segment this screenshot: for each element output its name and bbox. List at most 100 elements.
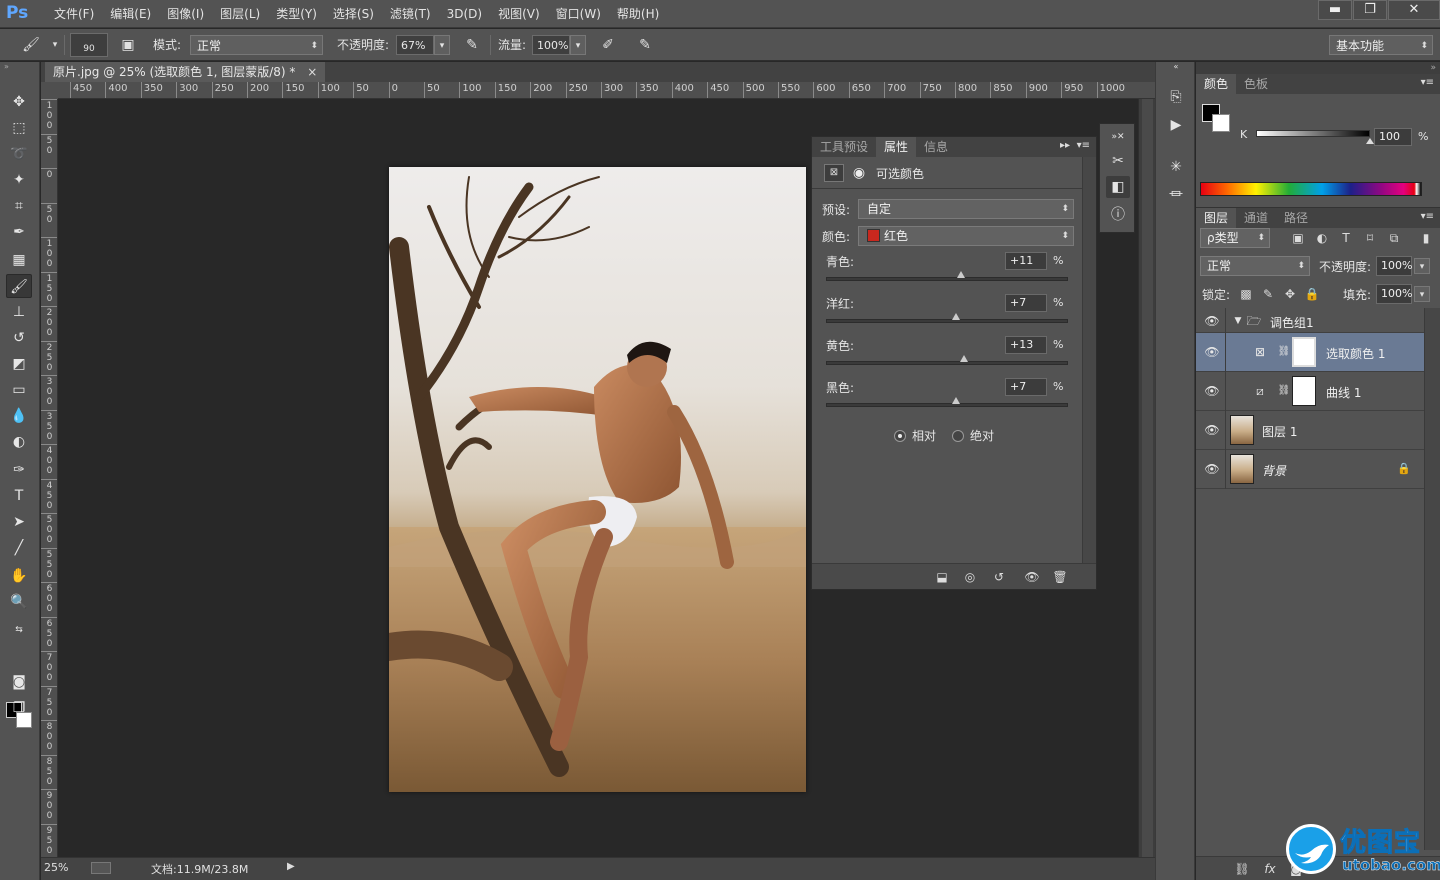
layer-row-curves[interactable]: 👁 ⧄ ⛓ 曲线 1 xyxy=(1196,372,1424,411)
menu-image[interactable]: 图像(I) xyxy=(159,0,212,28)
info-icon[interactable]: ⓘ xyxy=(1106,204,1130,226)
layer-row-group[interactable]: 👁 ▼ 🗁 调色组1 xyxy=(1196,308,1424,333)
menu-help[interactable]: 帮助(H) xyxy=(609,0,667,28)
magic-wand-tool-icon[interactable]: ✦ xyxy=(6,168,32,192)
layer-name[interactable]: 调色组1 xyxy=(1270,314,1314,331)
menu-filter[interactable]: 滤镜(T) xyxy=(382,0,439,28)
layer-style-fx-icon[interactable]: fx xyxy=(1260,860,1280,878)
clone-source-panel-icon[interactable]: ⏛ xyxy=(1164,184,1188,206)
panel-menu-icon[interactable]: ▾≡ xyxy=(1421,77,1434,88)
filter-smart-object-icon[interactable]: ⧉ xyxy=(1386,230,1402,246)
pressure-size-icon[interactable]: ✎ xyxy=(634,34,656,56)
screen-mode-icon[interactable]: ❐ xyxy=(6,696,32,720)
menu-select[interactable]: 选择(S) xyxy=(325,0,382,28)
k-value-field[interactable]: 100 xyxy=(1374,128,1412,146)
menu-view[interactable]: 视图(V) xyxy=(490,0,548,28)
tool-presets-icon[interactable]: ✂ xyxy=(1106,150,1130,172)
scrollbar-thumb[interactable] xyxy=(1142,99,1153,857)
panel-grip-icon[interactable]: » xyxy=(0,62,39,72)
lasso-tool-icon[interactable]: ➰ xyxy=(6,142,32,166)
fill-dropdown-button[interactable]: ▾ xyxy=(1414,286,1430,302)
collapse-panel-icon[interactable]: ▸▸ xyxy=(1060,140,1070,151)
history-brush-tool-icon[interactable]: ↺ xyxy=(6,326,32,350)
menu-type[interactable]: 类型(Y) xyxy=(268,0,325,28)
flow-field[interactable]: 100% xyxy=(532,35,570,55)
fill-field[interactable]: 100% xyxy=(1376,284,1412,304)
tab-properties[interactable]: 属性 xyxy=(876,137,917,157)
visibility-eye-icon[interactable]: 👁 xyxy=(1204,422,1220,438)
move-tool-icon[interactable]: ✥ xyxy=(6,90,32,114)
flow-dropdown-button[interactable]: ▾ xyxy=(570,35,586,55)
panel-menu-icon[interactable]: ▾≡ xyxy=(1421,211,1434,222)
gradient-tool-icon[interactable]: ▭ xyxy=(6,378,32,402)
horizontal-ruler[interactable]: 450 400 350 300 250 200 150 100 50 0 50 100 150 200 25… xyxy=(58,82,1155,99)
quick-mask-icon[interactable]: ◙ xyxy=(6,670,32,694)
mask-link-icon[interactable]: ⛓ xyxy=(1276,383,1292,399)
filter-type-icon[interactable]: T xyxy=(1338,230,1354,246)
magenta-value-field[interactable]: +7 xyxy=(1005,294,1047,312)
properties-icon[interactable]: ◧ xyxy=(1106,176,1130,198)
layer-thumbnail[interactable] xyxy=(1230,454,1254,484)
cyan-value-field[interactable]: +11 xyxy=(1005,252,1047,270)
properties-scrollbar[interactable] xyxy=(1082,157,1096,563)
menu-layer[interactable]: 图层(L) xyxy=(212,0,268,28)
zoom-level[interactable]: 25% xyxy=(44,861,68,874)
menu-3d[interactable]: 3D(D) xyxy=(439,0,490,28)
delete-icon[interactable]: 🗑 xyxy=(1050,568,1070,586)
pressure-opacity-icon[interactable]: ✎ xyxy=(461,34,483,56)
actions-panel-icon[interactable]: ▶ xyxy=(1164,114,1188,136)
color-select[interactable]: 红色 ⬍ xyxy=(858,226,1074,246)
yellow-slider-knob[interactable] xyxy=(959,355,968,362)
filter-adjustment-icon[interactable]: ◐ xyxy=(1314,230,1330,246)
minimize-button[interactable]: ▬ xyxy=(1318,0,1352,20)
swap-colors-icon[interactable]: ⇆ xyxy=(6,618,32,642)
background-color-swatch[interactable] xyxy=(1212,114,1230,132)
menu-window[interactable]: 窗口(W) xyxy=(548,0,609,28)
visibility-eye-icon[interactable]: 👁 xyxy=(1204,313,1220,329)
airbrush-icon[interactable]: ✐ xyxy=(597,34,619,56)
healing-brush-tool-icon[interactable]: ▦ xyxy=(6,248,32,272)
layer-mask-thumbnail[interactable] xyxy=(1292,376,1316,406)
brush-tool-icon[interactable]: 🖌 xyxy=(20,34,42,56)
menu-file[interactable]: 文件(F) xyxy=(46,0,102,28)
filter-shape-icon[interactable]: ⌑ xyxy=(1362,230,1378,246)
layer-name[interactable]: 图层 1 xyxy=(1262,423,1297,440)
tab-layers[interactable]: 图层 xyxy=(1196,208,1237,228)
color-spectrum-bar[interactable] xyxy=(1200,182,1422,196)
opacity-field[interactable]: 67% xyxy=(396,35,434,55)
tab-channels[interactable]: 通道 xyxy=(1236,208,1276,228)
opacity-dropdown-button[interactable]: ▾ xyxy=(1414,258,1430,274)
k-slider-knob[interactable] xyxy=(1366,138,1374,144)
layer-mask-icon[interactable]: ◉ xyxy=(850,164,868,182)
yellow-slider-track[interactable] xyxy=(826,355,1068,365)
lock-all-icon[interactable]: 🔒 xyxy=(1304,286,1320,302)
black-slider-knob[interactable] xyxy=(952,397,961,404)
tab-color[interactable]: 颜色 xyxy=(1196,74,1237,94)
clone-stamp-tool-icon[interactable]: ⊥ xyxy=(6,300,32,324)
layer-name[interactable]: 选取颜色 1 xyxy=(1326,345,1385,362)
view-previous-state-icon[interactable]: ◎ xyxy=(960,568,980,586)
path-selection-tool-icon[interactable]: ➤ xyxy=(6,510,32,534)
layer-row-selective-color[interactable]: 👁 ⊠ ⛓ 选取颜色 1 xyxy=(1196,333,1424,372)
toggle-visibility-icon[interactable]: 👁 xyxy=(1022,568,1042,586)
clip-to-layer-icon[interactable]: ⬓ xyxy=(932,568,952,586)
method-relative-option[interactable]: 相对 xyxy=(894,427,936,444)
mask-link-icon[interactable]: ⛓ xyxy=(1276,344,1292,360)
preset-select[interactable]: 自定 ⬍ xyxy=(858,199,1074,219)
history-panel-icon[interactable]: ⎘ xyxy=(1164,86,1188,108)
blend-mode-select[interactable]: 正常 ⬍ xyxy=(1200,256,1310,276)
zoom-tool-icon[interactable]: 🔍 xyxy=(6,590,32,614)
group-expand-chevron-icon[interactable]: ▼ xyxy=(1230,313,1246,329)
workspace-select[interactable]: 基本功能 ⬍ xyxy=(1329,35,1433,55)
cyan-slider-knob[interactable] xyxy=(957,271,966,278)
tool-preset-dropdown-icon[interactable]: ▾ xyxy=(44,34,66,56)
opacity-dropdown-button[interactable]: ▾ xyxy=(434,35,450,55)
visibility-eye-icon[interactable]: 👁 xyxy=(1204,383,1220,399)
canvas-vertical-scrollbar[interactable] xyxy=(1138,99,1155,857)
lock-position-icon[interactable]: ✥ xyxy=(1282,286,1298,302)
eraser-tool-icon[interactable]: ◩ xyxy=(6,352,32,376)
collapse-icon[interactable]: »✕ xyxy=(1106,126,1130,148)
k-channel-slider[interactable] xyxy=(1256,130,1370,137)
marquee-tool-icon[interactable]: ⬚ xyxy=(6,116,32,140)
document-image[interactable] xyxy=(389,167,806,792)
